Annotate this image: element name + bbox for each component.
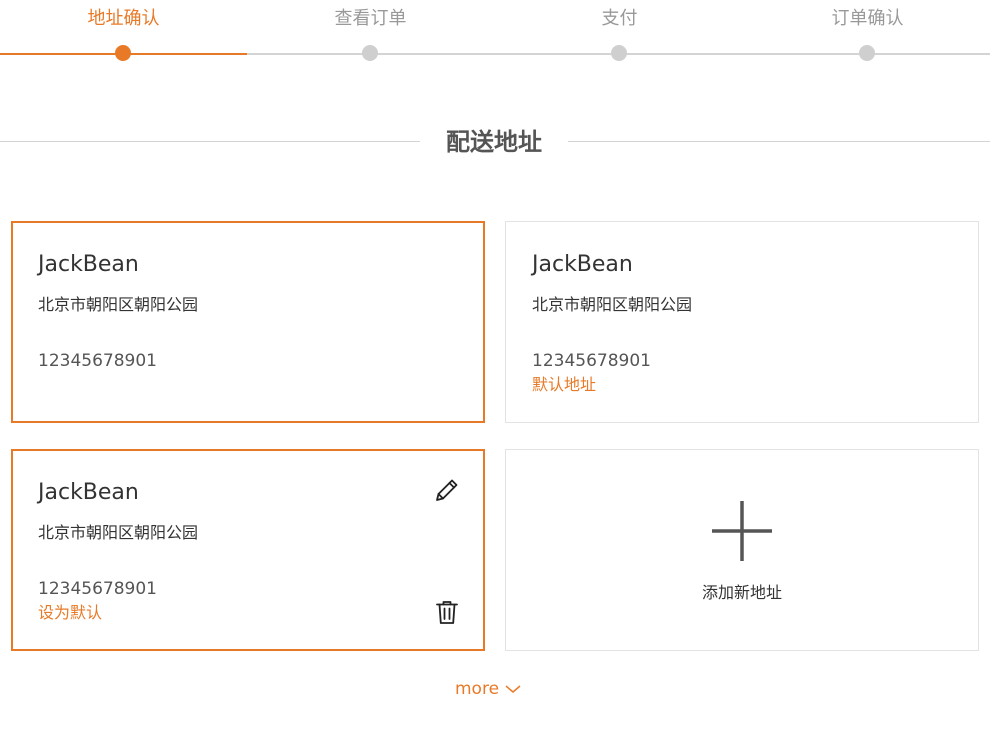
pencil-icon[interactable]	[432, 475, 462, 505]
add-address-label: 添加新地址	[701, 583, 782, 602]
step-label: 订单确认	[831, 8, 904, 29]
recipient-name: JackBean	[532, 252, 633, 277]
section-title: 配送地址	[446, 128, 542, 156]
divider	[0, 141, 420, 142]
step-dot	[611, 45, 627, 61]
checkout-steps: 地址确认 查看订单 支付 订单确认	[0, 0, 990, 70]
plus-icon	[711, 500, 773, 562]
step-payment: 支付	[496, 0, 743, 70]
phone-number: 12345678901	[38, 351, 157, 371]
more-label: more	[455, 679, 500, 699]
trash-icon[interactable]	[432, 597, 462, 627]
default-address-badge: 默认地址	[532, 375, 597, 394]
address-card[interactable]: JackBean 北京市朝阳区朝阳公园 12345678901 设为默认	[11, 449, 485, 651]
step-label: 地址确认	[87, 8, 160, 29]
address-text: 北京市朝阳区朝阳公园	[38, 523, 199, 542]
address-card[interactable]: JackBean 北京市朝阳区朝阳公园 12345678901	[11, 221, 485, 423]
more-button[interactable]: more	[455, 677, 522, 701]
add-address-card[interactable]: 添加新地址	[505, 449, 979, 651]
phone-number: 12345678901	[532, 351, 651, 371]
step-order-confirm: 订单确认	[744, 0, 990, 70]
address-card[interactable]: JackBean 北京市朝阳区朝阳公园 12345678901 默认地址	[505, 221, 979, 423]
checkout-page: 地址确认 查看订单 支付 订单确认 配送地址 JackBean 北京市朝阳区朝阳…	[0, 0, 990, 735]
step-address-confirm: 地址确认	[0, 0, 247, 70]
section-header: 配送地址	[0, 120, 990, 164]
recipient-name: JackBean	[38, 252, 139, 277]
set-default-link[interactable]: 设为默认	[38, 602, 102, 624]
step-dot	[859, 45, 875, 61]
phone-number: 12345678901	[38, 579, 157, 599]
step-label: 查看订单	[334, 8, 407, 29]
step-dot	[362, 45, 378, 61]
step-label: 支付	[601, 8, 638, 29]
chevron-down-icon	[505, 685, 521, 693]
step-view-order: 查看订单	[247, 0, 494, 70]
address-text: 北京市朝阳区朝阳公园	[532, 295, 693, 314]
divider	[568, 141, 990, 142]
step-dot	[115, 45, 131, 61]
address-text: 北京市朝阳区朝阳公园	[38, 295, 199, 314]
recipient-name: JackBean	[38, 480, 139, 505]
